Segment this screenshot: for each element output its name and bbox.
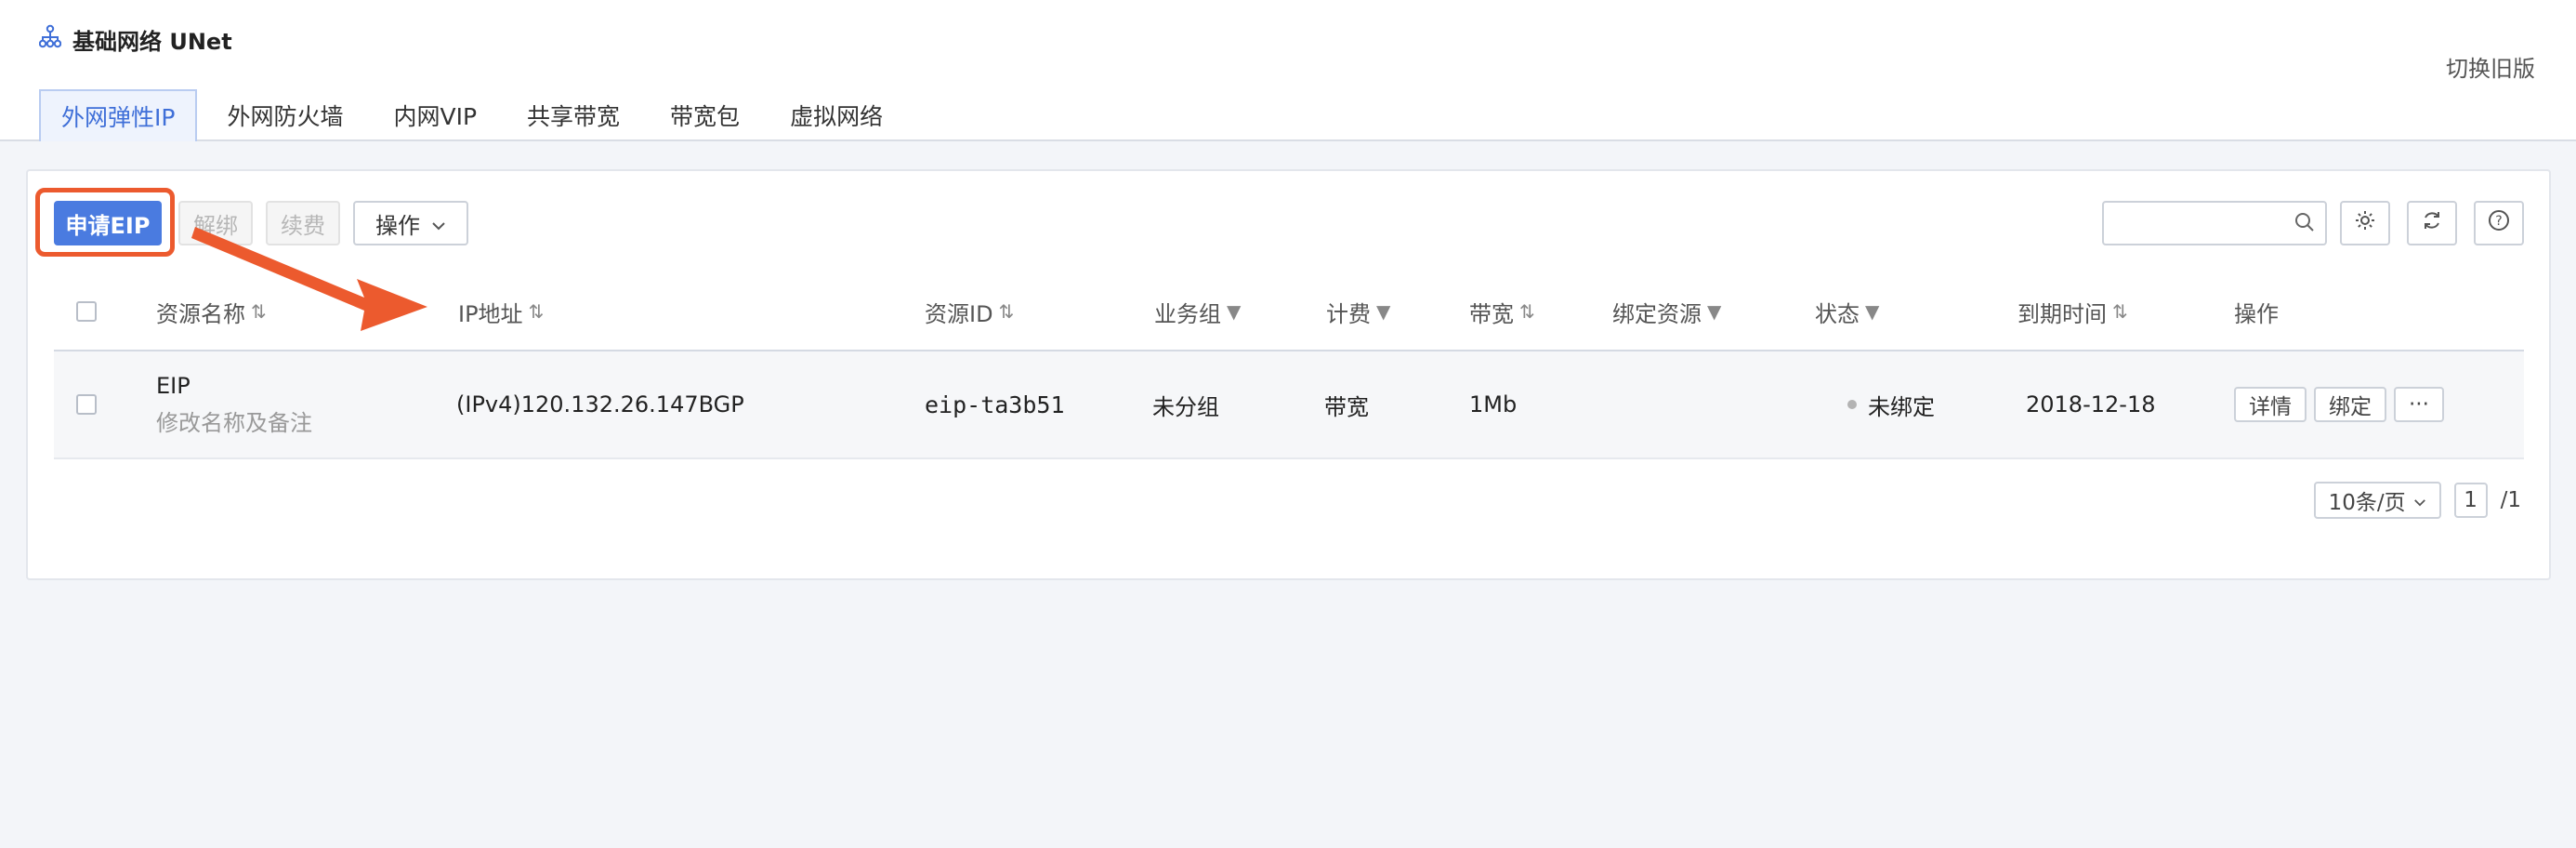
resource-name: EIP (156, 372, 191, 399)
status-text: 未绑定 (1868, 393, 1935, 420)
page-size-select[interactable]: 10条/页 (2313, 482, 2441, 519)
table-header: 资源名称 ⇅ IP地址 ⇅ 资源ID ⇅ 业务组 ▼ 计费 ▼ 带宽 ⇅ 绑定资源 ▼ 状态 ▼ (54, 273, 2524, 351)
pagination: 10条/页 1 /1 (2313, 482, 2521, 519)
tab-virtual-network[interactable]: 虚拟网络 (769, 91, 903, 139)
bandwidth-value: 1Mb (1469, 391, 1518, 417)
col-ip[interactable]: IP地址 ⇅ (458, 273, 544, 350)
eip-panel: 申请EIP 解绑 续费 操作 ? 资源名称 ⇅ IP地址 ⇅ 资源ID ⇅ 业务… (26, 169, 2551, 580)
search-input[interactable] (2113, 203, 2293, 244)
status-cell: 未绑定 (1847, 351, 1935, 457)
app-title-text: 基础网络 UNet (72, 28, 232, 55)
col-id[interactable]: 资源ID ⇅ (925, 273, 1014, 350)
app-title: 基础网络 UNet (38, 20, 232, 58)
table-row: EIP 修改名称及备注 (IPv4)120.132.26.147BGP eip-… (54, 351, 2524, 459)
tab-eip[interactable]: 外网弹性IP (39, 89, 198, 141)
col-expire[interactable]: 到期时间 ⇅ (2017, 273, 2128, 350)
business-group: 未分组 (1152, 393, 1219, 420)
col-group[interactable]: 业务组 ▼ (1154, 273, 1241, 350)
row-checkbox[interactable] (76, 351, 97, 457)
unbind-button[interactable]: 解绑 (178, 201, 253, 245)
current-page-input[interactable]: 1 (2453, 483, 2488, 518)
resource-name-cell: EIP 修改名称及备注 (156, 351, 312, 457)
operate-dropdown[interactable]: 操作 (353, 201, 468, 245)
tab-internal-vip[interactable]: 内网VIP (373, 91, 497, 139)
col-billing[interactable]: 计费 ▼ (1326, 273, 1390, 350)
ip-address: (IPv4)120.132.26.147BGP (456, 391, 744, 417)
tab-shared-bandwidth[interactable]: 共享带宽 (506, 91, 640, 139)
sort-icon: ⇅ (2112, 300, 2128, 323)
filter-icon: ▼ (1707, 300, 1722, 323)
sort-icon: ⇅ (251, 300, 267, 323)
filter-icon: ▼ (1865, 300, 1880, 323)
resource-id: eip-ta3b51 (925, 391, 1065, 418)
chevron-down-icon (431, 210, 446, 236)
chevron-down-icon (2413, 488, 2426, 512)
sort-icon: ⇅ (1519, 300, 1535, 323)
eip-table: 资源名称 ⇅ IP地址 ⇅ 资源ID ⇅ 业务组 ▼ 计费 ▼ 带宽 ⇅ 绑定资源 ▼ 状态 ▼ (54, 273, 2524, 459)
col-actions: 操作 (2234, 300, 2279, 327)
filter-icon: ▼ (1227, 300, 1242, 323)
operate-label: 操作 (375, 212, 420, 239)
detail-button[interactable]: 详情 (2234, 387, 2307, 422)
renew-button[interactable]: 续费 (266, 201, 340, 245)
tab-firewall[interactable]: 外网防火墙 (206, 91, 363, 139)
apply-eip-button[interactable]: 申请EIP (54, 201, 162, 245)
search-box[interactable] (2102, 201, 2327, 245)
expire-date: 2018-12-18 (2026, 391, 2156, 417)
total-pages: /1 (2500, 488, 2521, 512)
edit-name-link[interactable]: 修改名称及备注 (156, 404, 312, 437)
tab-bar: 外网弹性IP 外网防火墙 内网VIP 共享带宽 带宽包 虚拟网络 (39, 89, 913, 141)
tab-bandwidth-package[interactable]: 带宽包 (650, 91, 760, 139)
select-all-checkbox[interactable] (76, 273, 97, 350)
status-dot (1847, 400, 1857, 409)
switch-old-version-link[interactable]: 切换旧版 (2446, 50, 2535, 83)
bind-button[interactable]: 绑定 (2314, 387, 2386, 422)
svg-text:?: ? (2495, 214, 2502, 229)
network-icon (38, 24, 62, 54)
sort-icon: ⇅ (528, 300, 545, 323)
help-button[interactable]: ? (2474, 201, 2524, 245)
sort-icon: ⇅ (998, 300, 1015, 323)
search-icon[interactable] (2293, 211, 2316, 237)
col-name[interactable]: 资源名称 ⇅ (156, 273, 267, 350)
col-bound-resource[interactable]: 绑定资源 ▼ (1612, 273, 1721, 350)
more-actions-button[interactable]: ··· (2394, 387, 2444, 422)
refresh-icon (2421, 209, 2443, 237)
row-actions: 详情 绑定 ··· (2234, 351, 2451, 457)
refresh-button[interactable] (2407, 201, 2457, 245)
top-bar: 基础网络 UNet 切换旧版 外网弹性IP 外网防火墙 内网VIP 共享带宽 带… (0, 0, 2576, 141)
help-icon: ? (2488, 209, 2510, 237)
billing-mode: 带宽 (1324, 393, 1369, 420)
gear-icon (2354, 209, 2376, 237)
col-status[interactable]: 状态 ▼ (1815, 273, 1879, 350)
col-bandwidth[interactable]: 带宽 ⇅ (1469, 273, 1535, 350)
filter-icon: ▼ (1376, 300, 1391, 323)
settings-button[interactable] (2340, 201, 2390, 245)
